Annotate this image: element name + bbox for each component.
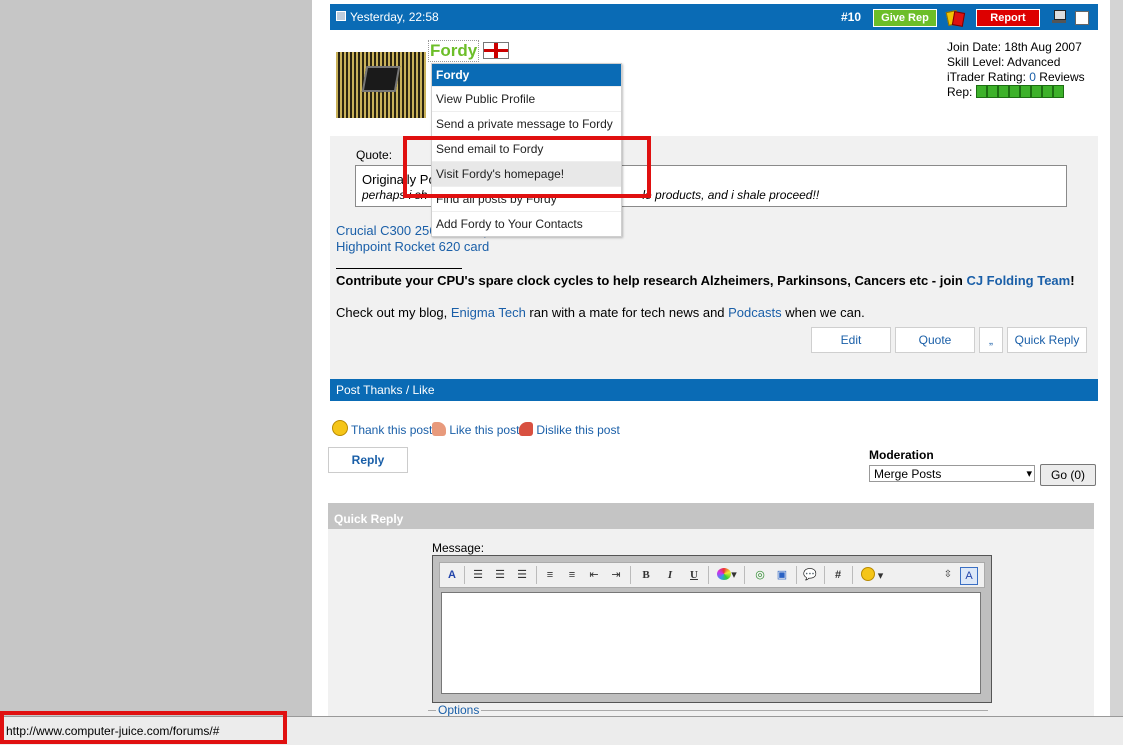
skill-level: Skill Level: Advanced xyxy=(947,55,1061,69)
itrader-rating: iTrader Rating: 0 Reviews xyxy=(947,70,1085,84)
menu-item-private-message[interactable]: Send a private message to Fordy xyxy=(432,111,621,136)
rep-pip xyxy=(975,85,987,98)
highlight-box-menu xyxy=(403,136,651,198)
signature-blog: Check out my blog, Enigma Tech ran with … xyxy=(336,305,865,320)
quote-button[interactable]: Quote xyxy=(895,327,975,353)
report-button[interactable]: Report xyxy=(976,9,1040,27)
rep-pip xyxy=(997,85,1009,98)
rep-pip xyxy=(1041,85,1053,98)
rep-pip xyxy=(1030,85,1042,98)
username-link[interactable]: Fordy xyxy=(428,40,480,62)
folding-team-link[interactable]: CJ Folding Team xyxy=(966,273,1070,288)
quick-reply-button[interactable]: Quick Reply xyxy=(1007,327,1087,353)
highlight-box-status xyxy=(0,711,287,744)
join-date: Join Date: 18th Aug 2007 xyxy=(947,40,1082,54)
menu-item-view-profile[interactable]: View Public Profile xyxy=(432,86,621,111)
sig-card-link[interactable]: Highpoint Rocket 620 card xyxy=(336,239,527,255)
user-stats: Join Date: 18th Aug 2007 Skill Level: Ad… xyxy=(947,40,1085,102)
rep-pip xyxy=(1008,85,1020,98)
avatar xyxy=(336,52,426,118)
reputation-bar xyxy=(975,85,1064,102)
ip-computer-icon[interactable] xyxy=(1052,10,1066,24)
signature-divider xyxy=(336,268,462,269)
england-flag-icon xyxy=(483,42,509,59)
rep-pip xyxy=(1052,85,1064,98)
multiquote-button[interactable]: „ xyxy=(979,327,1003,353)
post-header: Yesterday, 22:58 #10 Give Rep Report xyxy=(330,4,1098,30)
edit-button[interactable]: Edit xyxy=(811,327,891,353)
post-number-link[interactable]: #10 xyxy=(841,10,861,24)
give-rep-button[interactable]: Give Rep xyxy=(873,9,937,27)
menu-item-add-contact[interactable]: Add Fordy to Your Contacts xyxy=(432,211,621,236)
scroll-gutter[interactable] xyxy=(1110,0,1123,744)
itrader-count-link[interactable]: 0 xyxy=(1029,70,1036,84)
rep-pip xyxy=(1019,85,1031,98)
infraction-cards-icon[interactable] xyxy=(945,9,966,27)
rep-pip xyxy=(986,85,998,98)
blog-link[interactable]: Enigma Tech xyxy=(451,305,526,320)
podcasts-link[interactable]: Podcasts xyxy=(728,305,781,320)
quote-label: Quote: xyxy=(356,148,393,162)
signature-folding: Contribute your CPU's spare clock cycles… xyxy=(336,273,1075,288)
post-select-checkbox[interactable] xyxy=(1075,11,1089,25)
post-date: Yesterday, 22:58 xyxy=(336,10,439,24)
reputation: Rep: xyxy=(947,85,1085,102)
menu-header: Fordy xyxy=(432,64,621,86)
